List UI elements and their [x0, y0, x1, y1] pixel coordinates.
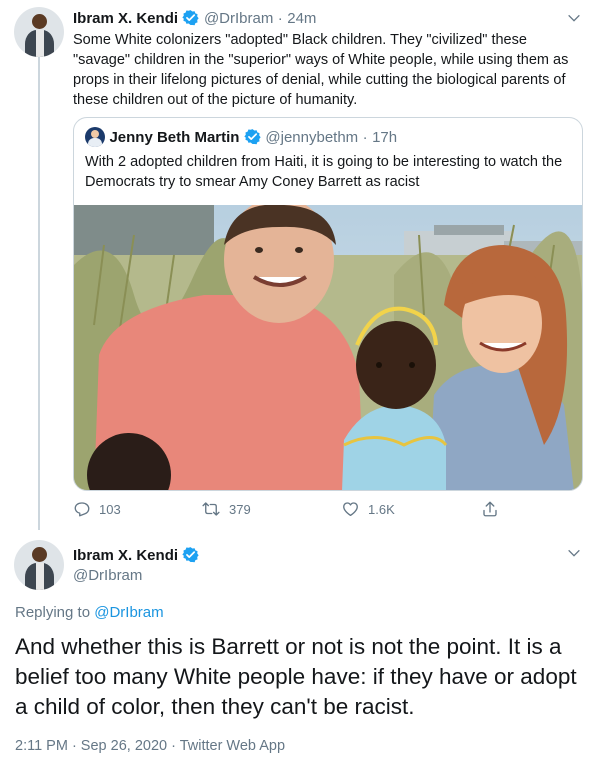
verified-badge-icon: [182, 10, 200, 26]
author-handle[interactable]: @DrIbram: [73, 567, 199, 584]
tweet-2-header: Ibram X. Kendi @DrIbram: [73, 546, 200, 584]
avatar[interactable]: [14, 540, 64, 590]
quoted-tweet-time: 17h: [372, 129, 398, 146]
tweet-1-header: Ibram X. Kendi @DrIbram · 24m: [73, 9, 316, 28]
reply-count: 103: [99, 501, 121, 517]
quoted-avatar: [85, 127, 105, 147]
tweet-actions: 103 379 1.6K: [73, 500, 573, 522]
thread-line: [38, 57, 40, 530]
like-button[interactable]: 1.6K: [341, 500, 395, 518]
replying-handle-link[interactable]: @DrIbram: [94, 604, 163, 621]
avatar[interactable]: [14, 7, 64, 57]
share-button[interactable]: [481, 500, 499, 518]
tweet-time[interactable]: 24m: [287, 10, 316, 27]
verified-badge-icon: [244, 129, 261, 145]
retweet-icon: [202, 502, 220, 516]
tweet-text: Some White colonizers "adopted" Black ch…: [73, 32, 569, 108]
replying-prefix: Replying to: [15, 604, 95, 621]
quoted-tweet[interactable]: Jenny Beth Martin @jennybethm · 17h With…: [73, 117, 583, 491]
family-photo-illustration: [74, 205, 582, 490]
reply-icon: [74, 502, 90, 517]
like-icon: [343, 502, 358, 517]
quoted-author-handle: @jennybethm: [265, 129, 359, 146]
author-name[interactable]: Ibram X. Kendi: [73, 10, 178, 27]
retweet-button[interactable]: 379: [201, 500, 251, 518]
separator-dot: ·: [277, 10, 283, 27]
reply-button[interactable]: 103: [73, 500, 121, 518]
tweet-timestamp[interactable]: 2:11 PM · Sep 26, 2020 · Twitter Web App: [15, 738, 285, 754]
chevron-down-icon[interactable]: [566, 545, 582, 561]
quoted-tweet-text: With 2 adopted children from Haiti, it i…: [85, 154, 563, 190]
author-name[interactable]: Ibram X. Kendi: [73, 547, 178, 564]
quoted-tweet-photo[interactable]: [74, 205, 582, 490]
author-handle[interactable]: @DrIbram: [204, 10, 273, 27]
share-icon: [483, 501, 497, 517]
tweet-text: And whether this is Barrett or not is no…: [15, 634, 577, 719]
replying-to: Replying to @DrIbram: [15, 604, 164, 621]
like-count: 1.6K: [368, 501, 395, 517]
quoted-header: Jenny Beth Martin @jennybethm · 17h: [85, 127, 397, 147]
separator-dot: ·: [362, 129, 368, 146]
chevron-down-icon[interactable]: [566, 10, 582, 26]
retweet-count: 379: [229, 501, 251, 517]
verified-badge-icon: [182, 547, 200, 563]
quoted-author-name: Jenny Beth Martin: [109, 129, 240, 146]
